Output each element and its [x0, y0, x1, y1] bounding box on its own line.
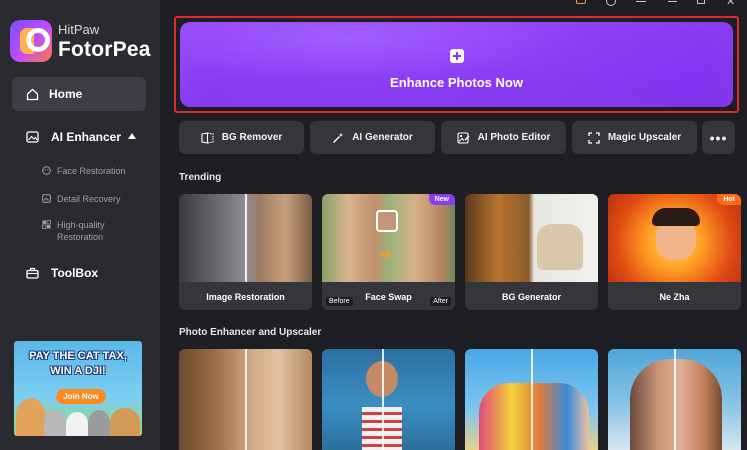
enhancer-section-title: Photo Enhancer and Upscaler: [179, 327, 322, 338]
sidebar-item-high-quality-restoration[interactable]: High-quality Restoration: [42, 219, 105, 243]
face-swap-source-thumbnail: [376, 210, 398, 232]
image-enhance-icon: [26, 131, 39, 143]
more-icon: •••: [709, 129, 728, 146]
couple-illustration: [630, 359, 722, 450]
bg-remover-icon: [201, 131, 214, 144]
compare-divider: [245, 349, 247, 450]
toolbox-icon: [26, 267, 39, 279]
ai-generator-button[interactable]: AI Generator: [310, 121, 435, 154]
more-tools-button[interactable]: •••: [702, 121, 735, 154]
trending-title: Trending: [179, 172, 222, 183]
enhancer-card[interactable]: [608, 349, 741, 450]
fotorpea-logo-icon: [10, 20, 52, 62]
enhance-photos-label: Enhance Photos Now: [390, 75, 523, 90]
enhancer-card[interactable]: [179, 349, 312, 450]
card-label: Ne Zha: [659, 292, 690, 302]
menu-icon[interactable]: [636, 1, 646, 2]
sidebar: HitPaw FotorPea Home AI Enhancer Face Re…: [0, 0, 160, 450]
card-thumbnail: [322, 194, 455, 282]
chair-illustration: [537, 224, 583, 270]
compare-divider: [531, 349, 533, 450]
enhancer-card[interactable]: [322, 349, 455, 450]
plus-icon: [450, 49, 464, 63]
account-icon[interactable]: [606, 0, 616, 6]
sidebar-item-label: AI Enhancer: [51, 130, 122, 144]
close-icon[interactable]: ✕: [726, 0, 735, 8]
trending-card-bg-generator[interactable]: BG Generator: [465, 194, 598, 310]
bg-remover-button[interactable]: BG Remover: [179, 121, 304, 154]
enhance-photos-button[interactable]: Enhance Photos Now: [180, 22, 733, 107]
promo-headline: PAY THE CAT TAX,: [29, 350, 127, 362]
promo-subheadline: WIN A DJI!: [50, 365, 106, 377]
trending-card-image-restoration[interactable]: Image Restoration: [179, 194, 312, 310]
compare-divider: [245, 194, 247, 282]
cat-illustration: [66, 412, 88, 436]
grid-icon: [42, 220, 51, 229]
sidebar-item-face-restoration[interactable]: Face Restoration: [42, 165, 126, 177]
hot-badge: Hot: [717, 194, 741, 205]
face-icon: [42, 166, 51, 175]
compare-divider: [382, 349, 384, 450]
cat-illustration: [16, 398, 46, 436]
new-badge: New: [428, 194, 455, 205]
detail-icon: [42, 194, 51, 203]
sidebar-item-label: Home: [49, 87, 83, 101]
promo-banner[interactable]: PAY THE CAT TAX, WIN A DJI! Join Now: [14, 341, 142, 436]
sidebar-item-label: ToolBox: [51, 266, 99, 280]
join-now-button[interactable]: Join Now: [56, 389, 106, 404]
minimize-icon[interactable]: [668, 1, 677, 2]
collapse-caret-icon[interactable]: [128, 133, 136, 139]
maximize-icon[interactable]: [697, 0, 705, 4]
trending-card-ne-zha[interactable]: Hot Ne Zha: [608, 194, 741, 310]
sidebar-item-ai-enhancer[interactable]: AI Enhancer: [26, 130, 121, 144]
app-brand: HitPaw: [58, 21, 100, 37]
swap-arrow-icon: ➔: [380, 246, 392, 262]
cat-illustration: [110, 408, 140, 436]
sidebar-item-home[interactable]: Home: [12, 77, 146, 111]
sidebar-item-toolbox[interactable]: ToolBox: [26, 266, 98, 280]
app-logo: HitPaw FotorPea: [10, 20, 151, 62]
enhancer-card[interactable]: [465, 349, 598, 450]
upscale-icon: [588, 131, 600, 144]
cat-illustration: [44, 410, 66, 436]
card-label: BG Generator: [501, 292, 561, 302]
home-icon: [26, 88, 39, 100]
sidebar-item-detail-recovery[interactable]: Detail Recovery: [42, 193, 121, 205]
card-label: Face Swap: [365, 292, 412, 302]
app-name: FotorPea: [58, 37, 151, 61]
card-label: Image Restoration: [206, 292, 285, 302]
cart-icon[interactable]: [576, 0, 586, 4]
enhance-photos-highlight: Enhance Photos Now: [174, 16, 739, 113]
group-illustration: [479, 383, 589, 450]
photo-edit-icon: [457, 131, 470, 144]
magic-upscaler-button[interactable]: Magic Upscaler: [572, 121, 697, 154]
character-hair: [652, 208, 700, 226]
ai-photo-editor-button[interactable]: AI Photo Editor: [441, 121, 566, 154]
trending-card-face-swap[interactable]: ➔ Before After New Face Swap: [322, 194, 455, 310]
compare-divider: [674, 349, 676, 450]
cat-illustration: [88, 410, 110, 436]
magic-wand-icon: [333, 132, 344, 143]
